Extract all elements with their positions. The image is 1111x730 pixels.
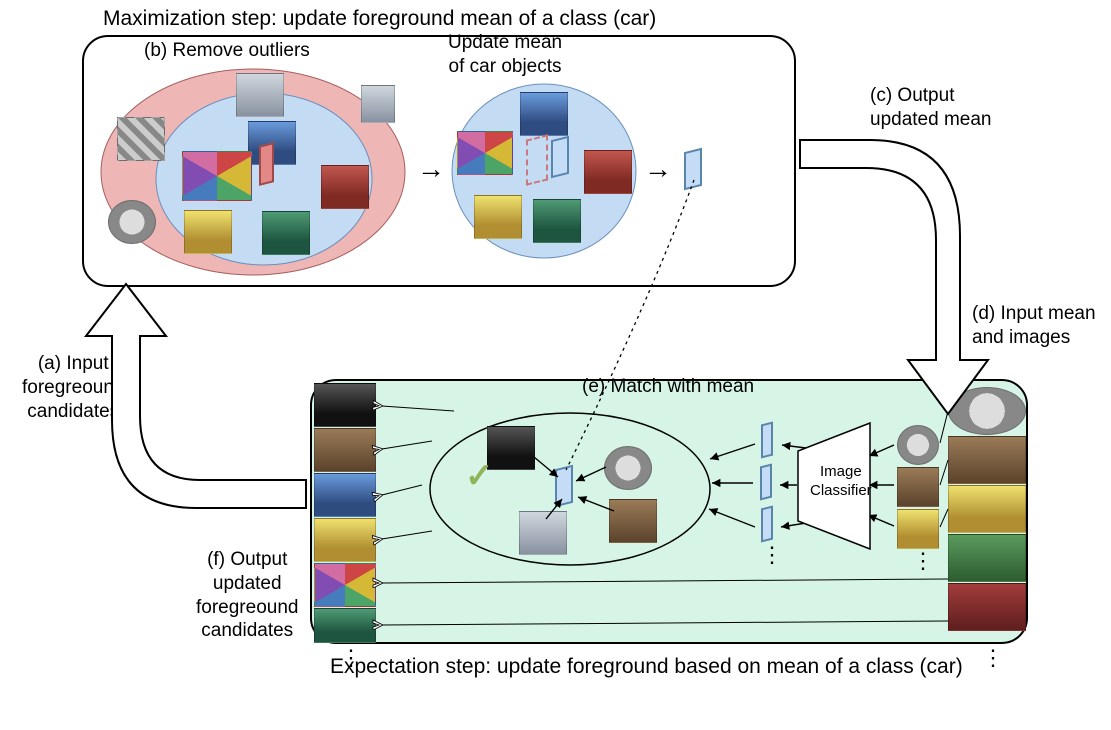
label-update-mean: Update mean of car objects — [448, 31, 562, 79]
title-maximization: Maximization step: update foreground mea… — [103, 6, 656, 32]
title-expectation: Expectation step: update foreground base… — [330, 654, 963, 680]
label-a-input-candidates: (a) Input foregreound candidates — [22, 352, 124, 423]
label-d-input-mean-images: (d) Input mean and images — [972, 302, 1096, 350]
thumb-outlier-sky — [236, 73, 284, 117]
thumb-outlier-crosswalk — [117, 117, 165, 161]
maximization-panel: (b) Remove outliers Update mean of car o… — [82, 35, 796, 287]
arrow-icon: → — [644, 153, 672, 185]
thumb-updated-car-red — [584, 150, 632, 194]
thumb-outlier-wheel — [108, 200, 156, 244]
thumb-outlier-noise — [361, 85, 395, 123]
feature-mean-old — [259, 142, 274, 186]
feature-mean-old-ghost — [526, 134, 548, 185]
feature-mean-output — [684, 148, 702, 190]
thumb-inlier-car-yellow — [184, 210, 232, 254]
expectation-panel: (e) Match with mean ✓ ⋮ — [310, 379, 1028, 644]
leftward-hollow-arrows — [312, 381, 1030, 646]
label-c-output-mean: (c) Output updated mean — [870, 84, 992, 132]
arrow-icon: → — [417, 153, 445, 185]
feature-mean-new-interior — [551, 136, 569, 178]
label-b-remove-outliers: (b) Remove outliers — [144, 39, 310, 63]
thumb-inlier-car-green — [262, 211, 310, 255]
thumb-updated-car-yellow — [474, 195, 522, 239]
thumb-inlier-car-colorful — [182, 151, 252, 201]
thumb-updated-car-colorful — [457, 131, 513, 175]
svg-text:⋮: ⋮ — [982, 645, 1004, 670]
thumb-updated-car-green — [533, 199, 581, 243]
thumb-updated-car-blue — [520, 92, 568, 136]
label-f-output-candidates: (f) Output updated foregreound candidate… — [196, 548, 298, 643]
thumb-inlier-car-red — [321, 165, 369, 209]
